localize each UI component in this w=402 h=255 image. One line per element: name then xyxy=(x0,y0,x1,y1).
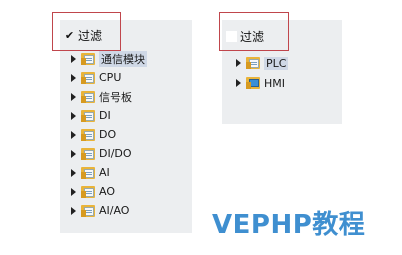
filter-checkbox-right[interactable]: 过滤 xyxy=(226,28,264,44)
catalog-tree-left: 通信模块 CPU 信号板 DI DO DI/DO AI AO AI/AO xyxy=(68,49,147,220)
tree-item-ai[interactable]: AI xyxy=(68,163,147,182)
expand-arrow-icon[interactable] xyxy=(71,149,76,158)
tree-item-plc[interactable]: PLC xyxy=(233,53,289,73)
folder-icon xyxy=(81,128,95,141)
expand-arrow-icon[interactable] xyxy=(71,111,76,120)
tree-item-label: 信号板 xyxy=(99,90,132,104)
folder-icon xyxy=(81,166,95,179)
tree-item-label: HMI xyxy=(264,76,286,90)
expand-arrow-icon[interactable] xyxy=(71,168,76,177)
folder-icon xyxy=(246,57,260,69)
tree-item-hmi[interactable]: HMI xyxy=(233,73,288,93)
tree-item-ao[interactable]: AO xyxy=(68,182,147,201)
expand-arrow-icon[interactable] xyxy=(71,73,76,82)
tree-item-label: CPU xyxy=(99,71,122,84)
expand-arrow-icon[interactable] xyxy=(71,187,76,196)
tree-item-comm-module[interactable]: 通信模块 xyxy=(68,49,147,68)
expand-arrow-icon[interactable] xyxy=(71,206,76,215)
unchecked-box-icon[interactable] xyxy=(226,30,237,42)
tree-item-di-do[interactable]: DI/DO xyxy=(68,144,147,163)
tree-item-label: DI xyxy=(99,109,111,122)
tree-item-label: PLC xyxy=(264,56,289,70)
filter-checkbox-left[interactable]: ✔ 过滤 xyxy=(64,27,102,43)
expand-arrow-icon[interactable] xyxy=(71,54,76,63)
hmi-folder-icon xyxy=(246,77,260,89)
expand-arrow-icon[interactable] xyxy=(71,130,76,139)
folder-icon xyxy=(81,52,95,65)
filter-label: 过滤 xyxy=(240,29,265,44)
tree-item-label: AI/AO xyxy=(99,204,130,217)
tree-item-do[interactable]: DO xyxy=(68,125,147,144)
tree-item-cpu[interactable]: CPU xyxy=(68,68,147,87)
folder-icon xyxy=(81,71,95,84)
tree-item-signal-board[interactable]: 信号板 xyxy=(68,87,147,106)
tree-item-di[interactable]: DI xyxy=(68,106,147,125)
checkmark-icon[interactable]: ✔ xyxy=(64,30,75,41)
folder-icon xyxy=(81,204,95,217)
filter-label: 过滤 xyxy=(78,28,103,43)
expand-arrow-icon[interactable] xyxy=(71,92,76,101)
catalog-tree-right: PLC HMI xyxy=(233,53,289,93)
tree-item-label: DO xyxy=(99,128,117,141)
folder-icon xyxy=(81,147,95,160)
tree-item-label: AI xyxy=(99,166,110,179)
tree-item-label: 通信模块 xyxy=(99,50,147,67)
folder-icon xyxy=(81,90,95,103)
tree-item-label: DI/DO xyxy=(99,147,132,160)
tree-item-label: AO xyxy=(99,185,115,198)
tree-item-ai-ao[interactable]: AI/AO xyxy=(68,201,147,220)
folder-icon xyxy=(81,185,95,198)
watermark-text: VEPHP教程 xyxy=(212,210,366,240)
expand-arrow-icon[interactable] xyxy=(236,79,241,87)
expand-arrow-icon[interactable] xyxy=(236,59,241,67)
folder-icon xyxy=(81,109,95,122)
